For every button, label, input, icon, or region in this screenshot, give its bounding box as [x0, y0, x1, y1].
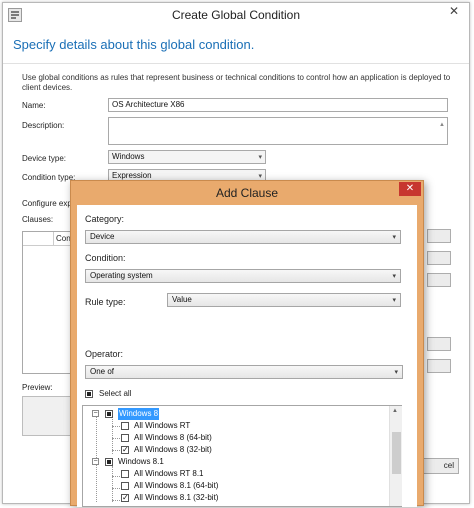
- page-description: Use global conditions as rules that repr…: [22, 73, 451, 92]
- select-all-check[interactable]: [85, 390, 93, 398]
- operator-value: One of: [90, 367, 115, 376]
- tree-group-label: Windows 8: [118, 408, 160, 420]
- outer-window-title: Create Global Condition: [171, 8, 301, 22]
- tree-item[interactable]: All Windows 8 (64-bit): [83, 432, 383, 444]
- ungroup-button[interactable]: [427, 359, 451, 373]
- operator-select[interactable]: One of ▾: [85, 365, 403, 379]
- tree-item[interactable]: All Windows 8.1 (64-bit): [83, 480, 383, 492]
- chevron-down-icon: ▾: [392, 234, 396, 241]
- condition-select[interactable]: Operating system ▾: [85, 269, 401, 283]
- chevron-down-icon: ▾: [392, 297, 396, 304]
- operator-label: Operator:: [85, 349, 124, 359]
- page-heading: Specify details about this global condit…: [13, 37, 255, 52]
- tree-item-label: All Windows 8.1 (32-bit): [134, 493, 219, 502]
- tree-item-label: All Windows RT 8.1: [134, 469, 204, 478]
- dialog-close-icon[interactable]: ✕: [399, 182, 421, 196]
- condition-type-value: Expression: [112, 171, 152, 180]
- rule-type-select[interactable]: Value ▾: [167, 293, 401, 307]
- select-all-label: Select all: [99, 389, 132, 398]
- clauses-column-header[interactable]: Con: [56, 234, 71, 243]
- device-type-label: Device type:: [22, 154, 67, 163]
- tree-checkbox[interactable]: [105, 410, 113, 418]
- tree-item[interactable]: All Windows 8 (32-bit): [83, 444, 383, 456]
- tree-group-windows-8-1[interactable]: − Windows 8.1: [83, 456, 383, 468]
- tree-group-label: Windows 8.1: [118, 457, 164, 466]
- tree-group-windows-8[interactable]: − Windows 8: [83, 408, 383, 420]
- name-label: Name:: [22, 101, 46, 110]
- chevron-down-icon: ▾: [392, 273, 396, 280]
- tree-item-label: All Windows 8 (64-bit): [134, 433, 212, 442]
- category-label: Category:: [85, 214, 125, 224]
- rule-type-label: Rule type:: [85, 297, 126, 307]
- chevron-down-icon: ▾: [394, 369, 398, 376]
- tree-checkbox[interactable]: [121, 422, 129, 430]
- description-input[interactable]: ▲: [108, 117, 448, 145]
- condition-value: Operating system: [90, 271, 153, 280]
- tree-checkbox[interactable]: [121, 482, 129, 490]
- edit-clause-button[interactable]: [427, 251, 451, 265]
- condition-label: Condition:: [85, 253, 126, 263]
- tree-item[interactable]: All Windows RT 8.1: [83, 468, 383, 480]
- collapse-icon[interactable]: −: [92, 458, 99, 465]
- select-all-checkbox[interactable]: Select all: [85, 388, 205, 400]
- scrollbar-thumb[interactable]: [392, 432, 401, 474]
- condition-type-label: Condition type:: [22, 173, 76, 182]
- tree-item[interactable]: All Windows 8.1 (32-bit): [83, 492, 383, 504]
- device-type-value: Windows: [112, 152, 145, 161]
- scroll-up-icon[interactable]: ▲: [392, 408, 398, 414]
- description-label: Description:: [22, 121, 65, 130]
- chevron-down-icon: ▾: [258, 154, 262, 161]
- dialog-title: Add Clause: [215, 186, 279, 200]
- tree-checkbox-checked[interactable]: [121, 444, 129, 456]
- header-divider: [3, 63, 469, 64]
- tree-checkbox-checked[interactable]: [121, 492, 129, 504]
- clauses-label: Clauses:: [22, 215, 54, 224]
- add-clause-button[interactable]: [427, 229, 451, 243]
- tree-item-label: All Windows 8.1 (64-bit): [134, 481, 219, 490]
- add-clause-dialog: Add Clause ✕ Category: Device ▾ Conditio…: [70, 180, 424, 507]
- rule-type-value: Value: [172, 295, 192, 304]
- category-select[interactable]: Device ▾: [85, 230, 401, 244]
- os-tree[interactable]: − Windows 8 All Windows RT All Windows 8…: [82, 405, 402, 507]
- outer-close-icon[interactable]: ✕: [441, 4, 467, 20]
- name-input[interactable]: OS Architecture X86: [108, 98, 448, 112]
- tree-checkbox[interactable]: [121, 470, 129, 478]
- tree-item[interactable]: All Windows RT: [83, 420, 383, 432]
- tree-item-label: All Windows 8 (32-bit): [134, 445, 212, 454]
- device-type-select[interactable]: Windows ▾: [108, 150, 266, 164]
- scroll-up-icon[interactable]: ▲: [439, 119, 445, 131]
- tree-checkbox[interactable]: [105, 458, 113, 466]
- tree-item-label: All Windows RT: [134, 421, 191, 430]
- group-button[interactable]: [427, 337, 451, 351]
- dialog-body: Category: Device ▾ Condition: Operating …: [77, 205, 417, 507]
- tree-checkbox[interactable]: [121, 434, 129, 442]
- remove-clause-button[interactable]: [427, 273, 451, 287]
- preview-label: Preview:: [22, 383, 53, 392]
- category-value: Device: [90, 232, 115, 241]
- configure-expression-label: Configure exp: [22, 199, 72, 208]
- collapse-icon[interactable]: −: [92, 410, 99, 417]
- tree-scrollbar[interactable]: ▲: [389, 406, 402, 506]
